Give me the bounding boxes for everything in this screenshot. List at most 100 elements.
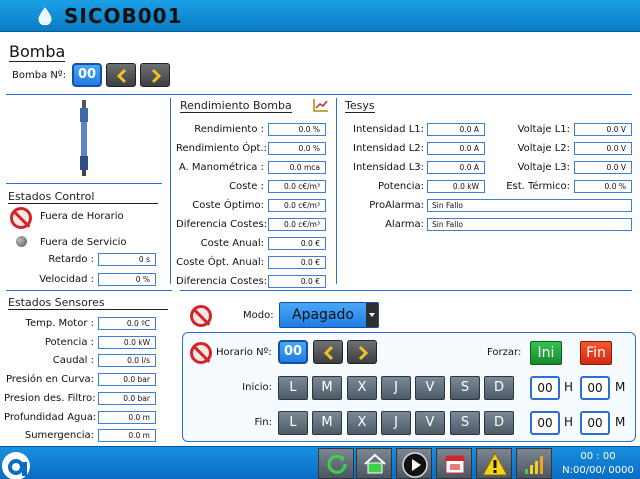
estados-control-title: Estados Control (8, 190, 95, 203)
sensor-value: 0.0 m (98, 429, 156, 442)
fuera-horario-label: Fuera de Horario (40, 211, 124, 222)
status-led-icon (16, 236, 27, 247)
estados-sensores-title: Estados Sensores (8, 296, 105, 309)
logo-a-icon (2, 452, 30, 479)
divider (6, 183, 162, 184)
chevron-right-icon (151, 68, 162, 84)
tesys-value: 0.0 kW (427, 180, 485, 193)
horario-label: Horario Nº: (216, 347, 272, 358)
refresh-button[interactable] (318, 448, 354, 479)
play-icon (402, 452, 428, 478)
tesys-label: Est. Térmico: (506, 181, 570, 192)
chevron-right-icon (358, 345, 369, 361)
title-underline (8, 203, 158, 204)
divider (6, 290, 172, 291)
velocidad-label: Velocidad : (39, 274, 94, 285)
fin-day-v[interactable]: V (415, 411, 445, 435)
forzar-ini-button[interactable]: Ini (530, 341, 562, 365)
sensor-label: Profundidad Agua: (4, 412, 97, 423)
tesys-value: 0.0 A (427, 142, 485, 155)
inicio-m-unit: M (615, 380, 626, 394)
play-button[interactable] (396, 448, 432, 479)
fin-hour-input[interactable]: 00 (530, 411, 560, 435)
pump-image (80, 100, 88, 176)
fin-h-unit: H (564, 415, 574, 429)
fin-day-d[interactable]: D (484, 411, 514, 435)
home-button[interactable] (356, 448, 392, 479)
horario-num-value[interactable]: 00 (278, 340, 308, 364)
signal-button[interactable] (516, 448, 552, 479)
rendimiento-label: Diferencia Costes: (176, 276, 268, 287)
tesys-label: Voltaje L1: (517, 124, 570, 135)
divider-vertical (336, 98, 337, 284)
fin-day-j[interactable]: J (381, 411, 411, 435)
chart-icon[interactable] (313, 98, 329, 112)
fin-day-m[interactable]: M (312, 411, 342, 435)
inicio-minute-input[interactable]: 00 (580, 376, 610, 400)
inicio-day-m[interactable]: M (312, 376, 342, 400)
sensor-label: Potencia : (44, 337, 94, 348)
rendimiento-label: Rendimiento Ópt.: (176, 143, 268, 154)
tesys-label: Potencia: (378, 181, 424, 192)
fin-minute-input[interactable]: 00 (580, 411, 610, 435)
fin-day-x[interactable]: X (347, 411, 377, 435)
sensor-label: Presion des. Filtro: (4, 393, 96, 404)
rendimiento-value: 0.0 % (268, 123, 326, 136)
fin-day-l[interactable]: L (278, 411, 308, 435)
rendimiento-label: Coste Anual: (200, 238, 264, 249)
inicio-hour-input[interactable]: 00 (530, 376, 560, 400)
fin-label: Fin: (254, 417, 272, 428)
inicio-day-j[interactable]: J (381, 376, 411, 400)
sensor-label: Sumergencia: (24, 430, 94, 441)
proalarma-label: ProAlarma: (369, 200, 424, 211)
tesys-value: 0.0 A (427, 161, 485, 174)
divider-vertical (170, 98, 171, 284)
calendar-icon (445, 455, 465, 474)
sensor-value: 0.0 m (98, 411, 156, 424)
inicio-day-s[interactable]: S (450, 376, 480, 400)
tesys-value: 0.0 V (574, 161, 632, 174)
sensor-value: 0.0 bar (98, 392, 156, 405)
inicio-day-x[interactable]: X (347, 376, 377, 400)
app-title: SICOB001 (64, 4, 183, 28)
tesys-value: 0.0 % (574, 180, 632, 193)
horario-prev-button[interactable] (313, 340, 343, 364)
fin-day-s[interactable]: S (450, 411, 480, 435)
inicio-label: Inicio: (242, 382, 272, 393)
sensor-label: Presión en Curva: (5, 374, 94, 385)
chevron-down-icon (366, 303, 378, 327)
tesys-value: 0.0 A (427, 123, 485, 136)
sensor-label: Caudal : (52, 355, 94, 366)
forzar-fin-button[interactable]: Fin (580, 341, 612, 365)
rendimiento-value: 0.0 € (268, 237, 326, 250)
bomba-title: Bomba (9, 42, 66, 62)
prohibited-icon (10, 207, 32, 229)
inicio-day-v[interactable]: V (415, 376, 445, 400)
divider (180, 290, 632, 291)
inicio-day-d[interactable]: D (484, 376, 514, 400)
fuera-servicio-label: Fuera de Servicio (40, 237, 127, 248)
chevron-left-icon (323, 345, 334, 361)
rendimiento-label: Coste : (229, 181, 264, 192)
rendimiento-label: Coste Ópt. Anual: (176, 257, 264, 268)
prohibited-icon (190, 342, 212, 364)
retardo-value: 0 s (98, 253, 156, 266)
rendimiento-value: 0.0 mca (268, 161, 326, 174)
alarm-button[interactable] (476, 448, 512, 479)
horario-next-button[interactable] (347, 340, 377, 364)
bomba-next-button[interactable] (140, 63, 170, 87)
proalarma-value: Sin Fallo (427, 199, 632, 212)
bomba-num-value[interactable]: 00 (72, 63, 102, 87)
modo-select[interactable]: Apagado (279, 302, 379, 328)
inicio-day-l[interactable]: L (278, 376, 308, 400)
sensor-value: 0.0 ºC (98, 317, 156, 330)
calendar-button[interactable] (436, 448, 472, 479)
rendimiento-label: Rendimiento : (194, 124, 264, 135)
app-logo[interactable] (0, 446, 36, 479)
title-bar: SICOB001 (0, 0, 640, 32)
modo-label: Modo: (243, 310, 274, 321)
tesys-value: 0.0 V (574, 142, 632, 155)
footer-time: 00 : 00 (580, 451, 616, 462)
bomba-prev-button[interactable] (106, 63, 136, 87)
velocidad-value: 0 % (98, 273, 156, 286)
